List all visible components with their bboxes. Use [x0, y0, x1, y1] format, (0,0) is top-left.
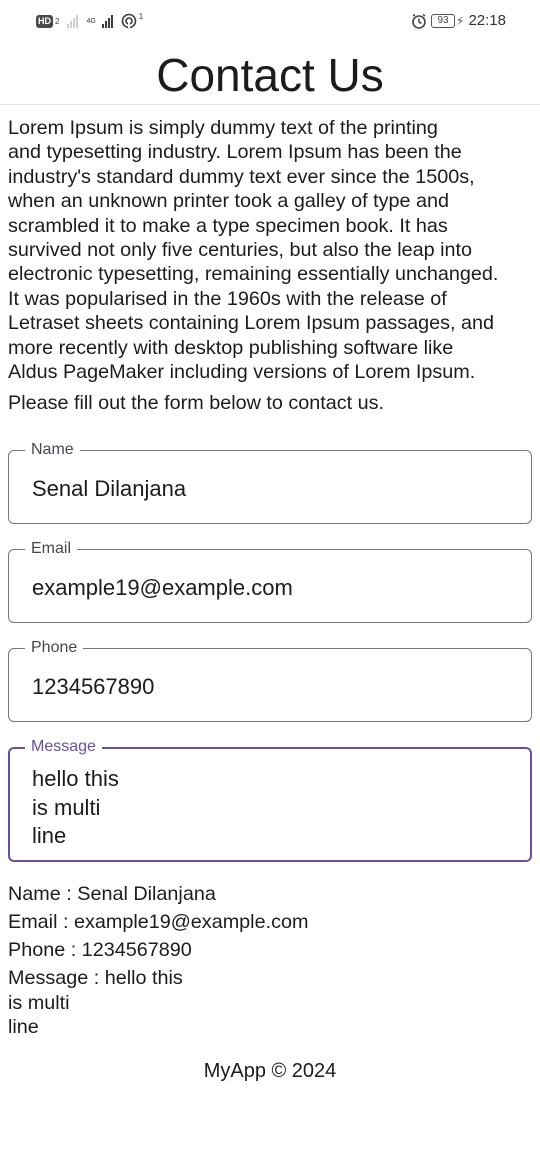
- phone-field[interactable]: Phone 1234567890: [8, 638, 532, 722]
- email-field[interactable]: Email example19@example.com: [8, 539, 532, 623]
- signal-bars-icon: [101, 14, 113, 28]
- battery-icon: 93: [431, 13, 456, 28]
- page-title: Contact Us: [156, 49, 384, 101]
- email-field-value[interactable]: example19@example.com: [32, 574, 293, 602]
- submission-summary: Name : Senal Dilanjana Email : example19…: [8, 880, 534, 1040]
- hd-voice-badge: HD: [36, 14, 53, 28]
- intro-paragraph: Lorem Ipsum is simply dummy text of the …: [8, 117, 499, 384]
- message-field-value[interactable]: hello this is multi line: [32, 765, 119, 851]
- sync-icon: [121, 13, 137, 29]
- summary-message: Message : hello this is multi line: [8, 967, 183, 1038]
- summary-phone: Phone : 1234567890: [8, 939, 192, 961]
- notification-count: 1: [138, 11, 144, 21]
- status-bar-left: HD 2 4G 1: [36, 11, 144, 29]
- clock: 22:18: [468, 12, 506, 29]
- form-instruction: Please fill out the form below to contac…: [8, 392, 385, 414]
- message-field[interactable]: Message hello this is multi line: [8, 737, 532, 862]
- phone-field-value[interactable]: 1234567890: [32, 673, 154, 701]
- header-divider: [0, 104, 540, 105]
- phone-field-label: Phone: [25, 638, 84, 658]
- footer-copyright: MyApp © 2024: [203, 1060, 337, 1082]
- status-bar-right: 93 ⚡ 22:18: [411, 12, 506, 29]
- status-bar: HD 2 4G 1 93 ⚡ 22:18: [0, 0, 540, 44]
- charging-bolt-icon: ⚡: [456, 13, 465, 28]
- summary-name: Name : Senal Dilanjana: [8, 883, 216, 905]
- signal-bars-icon: [67, 14, 79, 28]
- name-field-label: Name: [25, 440, 80, 460]
- alarm-icon: [412, 13, 426, 29]
- name-field[interactable]: Name Senal Dilanjana: [8, 440, 532, 524]
- email-field-label: Email: [25, 539, 78, 559]
- name-field-value[interactable]: Senal Dilanjana: [32, 475, 186, 503]
- contact-page: HD 2 4G 1 93 ⚡ 22:18 Contact Us Lorem Ip…: [0, 0, 540, 1170]
- message-field-label: Message: [25, 737, 102, 757]
- hd-sim-number: 2: [55, 16, 60, 26]
- summary-email: Email : example19@example.com: [8, 911, 309, 933]
- network-type: 4G: [86, 17, 96, 25]
